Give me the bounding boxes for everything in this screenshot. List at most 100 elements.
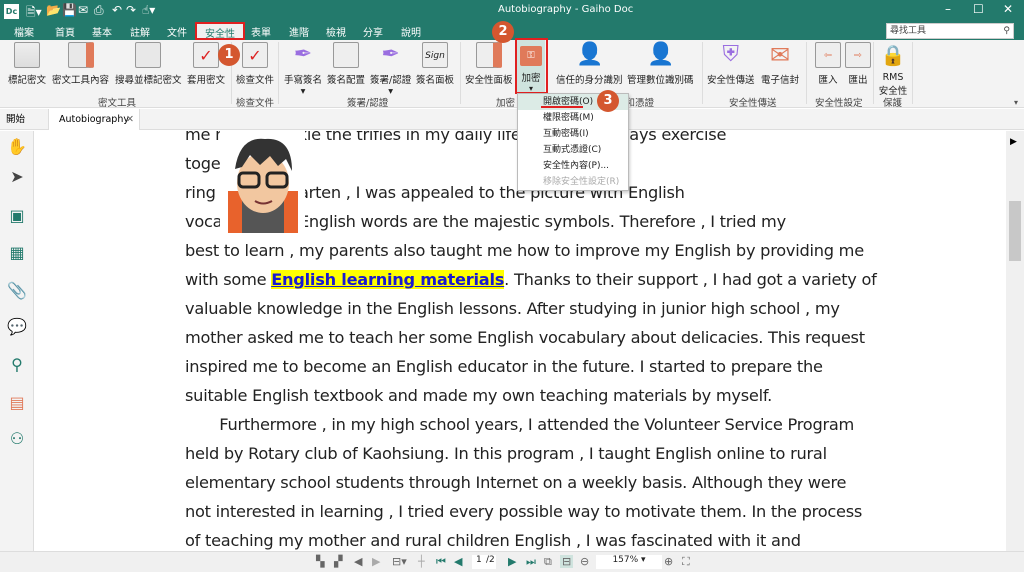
undo-icon[interactable]: ↶ (112, 3, 122, 17)
select-tool-icon[interactable]: ➤ (7, 167, 27, 187)
close-button[interactable]: ✕ (1003, 2, 1013, 16)
save-icon[interactable]: 💾 (62, 3, 77, 17)
email-icon[interactable]: ✉ (78, 3, 88, 17)
rotate-icon[interactable]: ⧉ (544, 555, 552, 569)
scroll-thumb[interactable] (1009, 201, 1021, 261)
stamp-icon[interactable]: ⚲ (7, 355, 27, 375)
title-bar: Dc 🗎▾ 📂 💾 ✉ ⎙ ↶ ↷ ☝▾ Autobiography - Gai… (0, 0, 1024, 22)
menu-share[interactable]: 分享 (363, 24, 383, 39)
signature-layout-button[interactable]: 簽名配置 (327, 42, 365, 86)
inspect-document-button[interactable]: ✓ 檢查文件 (236, 42, 274, 86)
search-icon[interactable]: ⚲ (1003, 24, 1010, 38)
thumbnails-icon[interactable]: ▦ (7, 243, 27, 263)
last-page-icon[interactable]: ⏭ (526, 555, 536, 569)
document-page: me how to tackle the trifles in my daily… (35, 131, 1005, 551)
crosshair-icon[interactable]: ┼ (418, 555, 425, 568)
comments-icon[interactable]: 💬 (7, 317, 27, 337)
tab-autobiography[interactable]: Autobiography ✕ (48, 109, 140, 130)
scroll-right-icon[interactable]: ▶ (1010, 137, 1017, 147)
signature-panel-button[interactable]: Sign 簽名面板 (416, 42, 454, 86)
window-title: Autobiography - Gaiho Doc (498, 4, 634, 15)
minimize-button[interactable]: – (945, 2, 951, 16)
digital-envelope-button[interactable]: ✉ 電子信封 (761, 42, 799, 86)
text-line: elementary school students through Inter… (185, 473, 847, 492)
close-tab-icon[interactable]: ✕ (126, 109, 134, 130)
zoom-out-icon[interactable]: ⊖ (580, 555, 589, 568)
menu-file[interactable]: 檔案 (14, 24, 34, 39)
secure-send-button[interactable]: ⛨ 安全性傳送 (707, 42, 755, 86)
redaction-properties-button[interactable]: 密文工具內容 (52, 42, 109, 86)
structure-icon[interactable]: ⚇ (7, 429, 27, 449)
two-page-icon[interactable]: ▞ (334, 555, 342, 568)
zoom-in-icon[interactable]: ⊕ (664, 555, 673, 568)
menu-document[interactable]: 文件 (167, 24, 187, 39)
maximize-button[interactable]: ☐ (973, 2, 984, 16)
menu-advanced[interactable]: 進階 (289, 24, 309, 39)
search-tools-input[interactable]: 尋找工具 ⚲ (886, 23, 1014, 39)
text-line: inspired me to become an English educato… (185, 357, 823, 376)
avatar-image (220, 131, 305, 233)
security-icon[interactable]: ▤ (7, 393, 27, 413)
import-button[interactable]: ⇦ 匯入 (815, 42, 841, 86)
text-line: suitable English textbook and made my ow… (185, 386, 773, 405)
menu-item-permission-password[interactable]: 權限密碼(M) (518, 110, 628, 126)
ribbon: 標記密文 密文工具內容 搜尋並標記密文 ✓ 套用密文 ✓ 檢查文件 ✒ 手寫簽名 ▾ 簽… (0, 40, 1024, 109)
text-line: mother asked me to teach her some Englis… (185, 328, 865, 347)
fit-width-icon[interactable]: ⊟▾ (392, 555, 407, 568)
status-bar: ▚ ▞ ◀ ▶ ⊟▾ ┼ ⏮ ◀ 1 /2 ▶ ⏭ ⧉ ⊟ ⊖ 157% ▾ ⊕… (0, 551, 1024, 572)
new-doc-icon[interactable]: 🗎▾ (26, 3, 42, 24)
menu-item-interactive-certificate[interactable]: 互動式憑證(C) (518, 142, 628, 158)
trusted-identities-button[interactable]: 👤 信任的身分識別 (556, 42, 623, 86)
collapse-ribbon-icon[interactable]: ▾ (1014, 98, 1018, 107)
hand-tool-icon[interactable]: ✋ (7, 137, 27, 157)
fullscreen-icon[interactable]: ⛶ (682, 555, 690, 569)
step-badge-2: 2 (492, 21, 514, 43)
group-label-redaction: 密文工具 (98, 98, 137, 109)
zoom-level-select[interactable]: 157% ▾ (596, 555, 662, 569)
search-mark-redaction-button[interactable]: 搜尋並標記密文 (115, 42, 182, 86)
group-label-protect: 保護 (883, 98, 903, 109)
app-logo: Dc (4, 4, 19, 19)
menu-security[interactable]: 安全性 (195, 22, 245, 40)
forward-icon[interactable]: ▶ (372, 555, 380, 568)
mark-redaction-button[interactable]: 標記密文 (8, 42, 46, 86)
bookmark-icon[interactable]: ▣ (7, 206, 27, 226)
step-badge-3: 3 (597, 90, 619, 112)
previous-page-icon[interactable]: ◀ (454, 555, 462, 568)
rms-security-button[interactable]: 🔒 RMS 安全性 (878, 42, 908, 97)
group-label-security-settings: 安全性設定 (815, 98, 863, 109)
tab-start[interactable]: 開始 (0, 109, 48, 130)
attachment-icon[interactable]: 📎 (7, 281, 27, 301)
group-label-inspect: 檢查文件 (236, 98, 275, 109)
menu-comment[interactable]: 註解 (130, 24, 150, 39)
handwritten-signature-button[interactable]: ✒ 手寫簽名 ▾ (284, 42, 322, 97)
vertical-scrollbar[interactable]: ▶ (1006, 131, 1024, 551)
underline-mark (541, 106, 583, 108)
menu-item-security-properties[interactable]: 安全性內容(P)... (518, 158, 628, 174)
sign-certify-button[interactable]: ✒ 簽署/認證 ▾ (370, 42, 411, 97)
menu-view[interactable]: 檢視 (326, 24, 346, 39)
highlighted-link[interactable]: English learning materials (271, 270, 504, 289)
redo-icon[interactable]: ↷ (126, 3, 136, 17)
search-placeholder: 尋找工具 (890, 26, 927, 36)
text-line: valuable knowledge in the English lesson… (185, 299, 840, 318)
back-icon[interactable]: ◀ (354, 555, 362, 568)
menu-item-remove-security: 移除安全性設定(R) (543, 177, 620, 187)
single-page-icon[interactable]: ▚ (316, 555, 324, 568)
print-icon[interactable]: ⎙ (94, 3, 104, 18)
manage-digital-ids-button[interactable]: 👤 管理數位識別碼 (627, 42, 694, 86)
text-line: Furthermore , in my high school years, I… (185, 415, 855, 434)
menu-form[interactable]: 表單 (251, 24, 271, 39)
hand-tool-icon[interactable]: ☝▾ (142, 3, 155, 17)
export-button[interactable]: ⇨ 匯出 (845, 42, 871, 86)
menu-item-interactive-password[interactable]: 互動密碼(I) (518, 126, 628, 142)
menu-help[interactable]: 說明 (401, 24, 421, 39)
open-folder-icon[interactable]: 📂 (46, 3, 61, 17)
text-line: not interested in learning , I tried eve… (185, 502, 863, 521)
menu-basic[interactable]: 基本 (92, 24, 112, 39)
fit-page-icon[interactable]: ⊟ (560, 555, 574, 568)
security-panel-button[interactable]: 安全性面板 (465, 42, 513, 86)
menu-home[interactable]: 首頁 (55, 24, 75, 39)
next-page-icon[interactable]: ▶ (508, 555, 516, 568)
first-page-icon[interactable]: ⏮ (436, 555, 446, 569)
